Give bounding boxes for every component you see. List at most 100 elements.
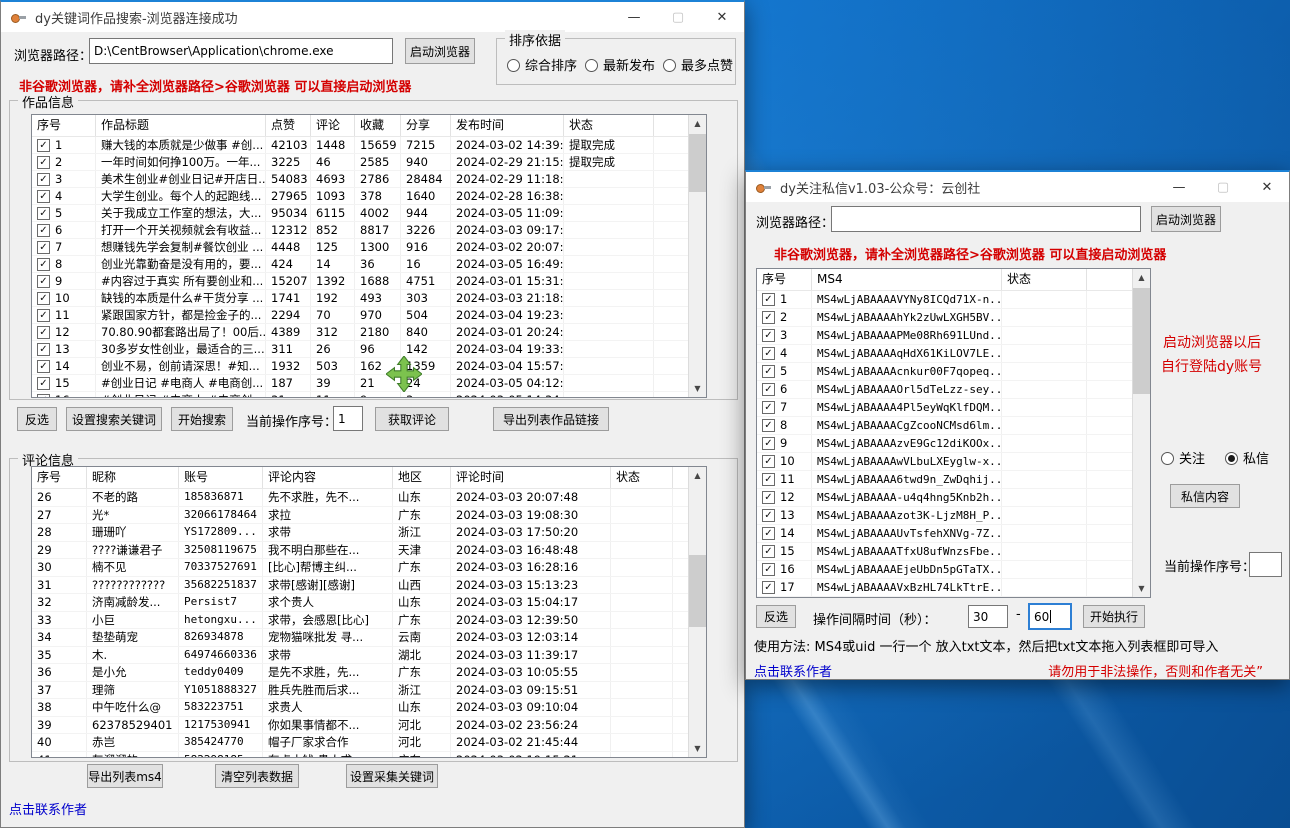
maximize-icon[interactable]: ▢ xyxy=(1201,172,1245,202)
row-checkbox-checked[interactable] xyxy=(762,491,775,504)
dm-content-button[interactable]: 私信内容 xyxy=(1170,484,1240,508)
row-checkbox-checked[interactable] xyxy=(762,383,775,396)
comments-table-row[interactable]: 28 珊珊吖 YS172809... 求带 浙江 2024-03-03 17:5… xyxy=(32,524,706,542)
works-table-row[interactable]: 6 打开一个开关视频就会有收益... 12312 852 8817 3226 2… xyxy=(32,222,706,239)
ms4-list-row[interactable]: 18 MS4wLjABAAAAzL_ngtp-e3hMm4... xyxy=(757,597,1150,598)
comments-table-row[interactable]: 41 灰溜溜的 582298185 有点小钱 贵人求... 广东 2024-03… xyxy=(32,752,706,759)
scroll-thumb[interactable] xyxy=(689,134,706,192)
comments-table-row[interactable]: 30 楠不见 70337527691 [比心]帮博主纠... 广东 2024-0… xyxy=(32,559,706,577)
invert-selection-button[interactable]: 反选 xyxy=(17,407,57,431)
ms4-list-row[interactable]: 16 MS4wLjABAAAAEjeUbDn5pGTaTX... xyxy=(757,561,1150,579)
close-icon[interactable]: ✕ xyxy=(1245,172,1289,202)
ms4-list-header[interactable]: 序号 MS4 状态 xyxy=(757,269,1150,291)
row-checkbox-checked[interactable] xyxy=(37,394,50,399)
radio-sort-newest[interactable]: 最新发布 xyxy=(585,55,655,74)
row-checkbox-checked[interactable] xyxy=(37,360,50,373)
row-checkbox-checked[interactable] xyxy=(762,509,775,522)
works-table-row[interactable]: 7 想赚钱先学会复制#餐饮创业 ... 4448 125 1300 916 20… xyxy=(32,239,706,256)
comments-scrollbar[interactable] xyxy=(688,467,706,757)
ms4-scrollbar[interactable] xyxy=(1132,269,1150,597)
works-table-row[interactable]: 10 缺钱的本质是什么#干货分享 ... 1741 192 493 303 20… xyxy=(32,290,706,307)
clear-list-button[interactable]: 清空列表数据 xyxy=(215,764,299,788)
ms4-list-row[interactable]: 3 MS4wLjABAAAAPMe08Rh691LUnd... xyxy=(757,327,1150,345)
ms4-list-row[interactable]: 8 MS4wLjABAAAACgZcooNCMsd6lm... xyxy=(757,417,1150,435)
scroll-thumb[interactable] xyxy=(689,555,706,627)
row-checkbox-checked[interactable] xyxy=(762,329,775,342)
row-checkbox-checked[interactable] xyxy=(762,293,775,306)
row-checkbox-checked[interactable] xyxy=(37,139,50,152)
close-icon[interactable]: ✕ xyxy=(700,2,744,32)
comments-table-row[interactable]: 37 理筛 Y1051888327 胜兵先胜而后求... 浙江 2024-03-… xyxy=(32,682,706,700)
scroll-up-icon[interactable] xyxy=(689,467,706,484)
works-table-row[interactable]: 13 30多岁女性创业，最适合的三... 311 26 96 142 2024-… xyxy=(32,341,706,358)
row-checkbox-checked[interactable] xyxy=(762,401,775,414)
ms4-list-row[interactable]: 10 MS4wLjABAAAAwVLbuLXEyglw-x... xyxy=(757,453,1150,471)
start-search-button[interactable]: 开始搜索 xyxy=(171,407,233,431)
works-table-row[interactable]: 8 创业光靠勤奋是没有用的，要... 424 14 36 16 2024-03-… xyxy=(32,256,706,273)
row-checkbox-checked[interactable] xyxy=(37,173,50,186)
set-collect-keywords-button[interactable]: 设置采集关键词 xyxy=(346,764,438,788)
row-checkbox-checked[interactable] xyxy=(762,365,775,378)
works-table-header[interactable]: 序号 作品标题 点赞 评论 收藏 分享 发布时间 状态 xyxy=(32,115,706,137)
ms4-list-row[interactable]: 6 MS4wLjABAAAAOrl5dTeLzz-sey... xyxy=(757,381,1150,399)
interval-min-input[interactable] xyxy=(968,605,1008,628)
browser-path-input[interactable] xyxy=(831,206,1141,232)
comments-table-row[interactable]: 26 不老的路 185836871 先不求胜，先不... 山东 2024-03-… xyxy=(32,489,706,507)
ms4-list-row[interactable]: 14 MS4wLjABAAAAUvTsfehXNVg-7Z... xyxy=(757,525,1150,543)
comments-table-row[interactable]: 38 中午吃什么@ 583223751 求贵人 山东 2024-03-03 09… xyxy=(32,699,706,717)
launch-browser-button[interactable]: 启动浏览器 xyxy=(1151,206,1221,232)
row-checkbox-checked[interactable] xyxy=(37,309,50,322)
row-checkbox-checked[interactable] xyxy=(37,207,50,220)
comments-table-row[interactable]: 33 小巨 hetongxu... 求带，会感恩[比心] 广东 2024-03-… xyxy=(32,612,706,630)
comments-table-header[interactable]: 序号 昵称 账号 评论内容 地区 评论时间 状态 xyxy=(32,467,706,489)
works-table-row[interactable]: 4 大学生创业。每个人的起跑线... 27965 1093 378 1640 2… xyxy=(32,188,706,205)
ms4-list-row[interactable]: 4 MS4wLjABAAAAqHdX61KiLOV7LE... xyxy=(757,345,1150,363)
current-index-input[interactable] xyxy=(1249,552,1282,577)
ms4-list-row[interactable]: 15 MS4wLjABAAAATfxU8ufWnzsFbe... xyxy=(757,543,1150,561)
radio-sort-most-liked[interactable]: 最多点赞 xyxy=(663,55,733,74)
export-work-links-button[interactable]: 导出列表作品链接 xyxy=(493,407,609,431)
comments-table-row[interactable]: 27 光* 32066178464 求拉 广东 2024-03-03 19:08… xyxy=(32,507,706,525)
scroll-up-icon[interactable] xyxy=(1133,269,1150,286)
radio-follow[interactable]: 关注 xyxy=(1161,448,1205,467)
row-checkbox-checked[interactable] xyxy=(37,377,50,390)
maximize-icon[interactable]: ▢ xyxy=(656,2,700,32)
scroll-down-icon[interactable] xyxy=(689,740,706,757)
row-checkbox-checked[interactable] xyxy=(762,563,775,576)
row-checkbox-checked[interactable] xyxy=(762,581,775,594)
get-comments-button[interactable]: 获取评论 xyxy=(375,407,449,431)
ms4-list-row[interactable]: 2 MS4wLjABAAAAhYk2zUwLXGH5BV... xyxy=(757,309,1150,327)
row-checkbox-checked[interactable] xyxy=(37,258,50,271)
row-checkbox-checked[interactable] xyxy=(37,156,50,169)
row-checkbox-checked[interactable] xyxy=(37,326,50,339)
ms4-list-row[interactable]: 11 MS4wLjABAAAA6twd9n_ZwDqhij... xyxy=(757,471,1150,489)
works-table-row[interactable]: 3 美术生创业#创业日记#开店日... 54083 4693 2786 2848… xyxy=(32,171,706,188)
comments-table-row[interactable]: 40 赤岂 385424770 帽子厂家求合作 河北 2024-03-02 21… xyxy=(32,734,706,752)
titlebar[interactable]: dy关键词作品搜索-浏览器连接成功 — ▢ ✕ xyxy=(1,2,744,32)
titlebar[interactable]: dy关注私信v1.03-公众号：云创社 — ▢ ✕ xyxy=(746,172,1289,202)
ms4-list-row[interactable]: 5 MS4wLjABAAAAcnkur00F7qopeq... xyxy=(757,363,1150,381)
minimize-icon[interactable]: — xyxy=(1157,172,1201,202)
start-execute-button[interactable]: 开始执行 xyxy=(1083,605,1145,628)
radio-sort-comprehensive[interactable]: 综合排序 xyxy=(507,55,577,74)
row-checkbox-checked[interactable] xyxy=(762,347,775,360)
scroll-down-icon[interactable] xyxy=(1133,580,1150,597)
ms4-list-row[interactable]: 9 MS4wLjABAAAAzvE9Gc12diKOOx... xyxy=(757,435,1150,453)
comments-table-row[interactable]: 34 垫垫萌宠 826934878 宠物猫咪批发 寻... 云南 2024-03… xyxy=(32,629,706,647)
interval-max-input[interactable]: 60 xyxy=(1028,603,1072,630)
launch-browser-button[interactable]: 启动浏览器 xyxy=(405,38,475,64)
contact-author-link[interactable]: 点击联系作者 xyxy=(9,799,87,818)
row-checkbox-checked[interactable] xyxy=(762,545,775,558)
ms4-list-row[interactable]: 7 MS4wLjABAAAA4Pl5eyWqKlfDQM... xyxy=(757,399,1150,417)
scroll-thumb[interactable] xyxy=(1133,288,1150,394)
invert-selection-button[interactable]: 反选 xyxy=(756,605,796,628)
works-table-row[interactable]: 9 #内容过于真实 所有要创业和... 15207 1392 1688 4751… xyxy=(32,273,706,290)
export-list-ms4-button[interactable]: 导出列表ms4 xyxy=(87,764,163,788)
comments-table-row[interactable]: 29 ????谦谦君子 32508119675 我不明白那些在... 天津 20… xyxy=(32,542,706,560)
ms4-list-row[interactable]: 13 MS4wLjABAAAAzot3K-LjzM8H_P... xyxy=(757,507,1150,525)
minimize-icon[interactable]: — xyxy=(612,2,656,32)
comments-table-row[interactable]: 36 是小允 teddy0409 是先不求胜，先... 广东 2024-03-0… xyxy=(32,664,706,682)
row-checkbox-checked[interactable] xyxy=(37,224,50,237)
row-checkbox-checked[interactable] xyxy=(37,343,50,356)
works-table-row[interactable]: 14 创业不易，创前请深思！#知... 1932 503 162 1359 20… xyxy=(32,358,706,375)
